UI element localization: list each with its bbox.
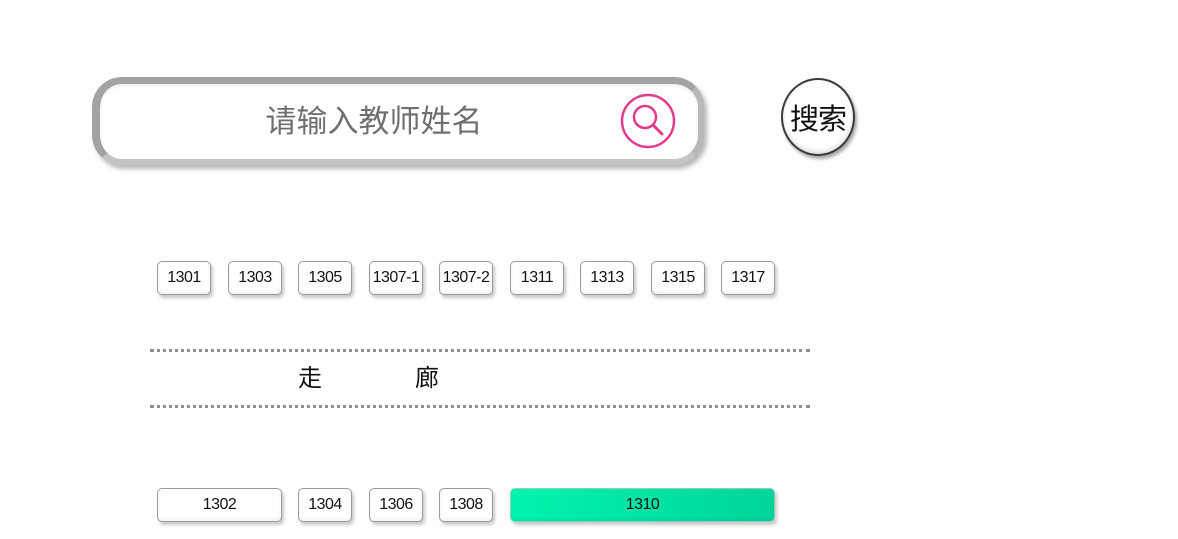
room-button-1315[interactable]: 1315 — [651, 261, 705, 295]
search-icon[interactable] — [620, 93, 676, 149]
teacher-search-input[interactable] — [100, 84, 698, 159]
room-button-1304[interactable]: 1304 — [298, 488, 352, 522]
corridor-label-char-2: 廊 — [415, 364, 439, 392]
room-button-1301[interactable]: 1301 — [157, 261, 211, 295]
room-button-1302[interactable]: 1302 — [157, 488, 282, 522]
search-box — [92, 77, 704, 165]
room-button-1310-highlighted[interactable]: 1310 — [510, 488, 775, 522]
room-button-1317[interactable]: 1317 — [721, 261, 775, 295]
room-button-1311[interactable]: 1311 — [510, 261, 564, 295]
search-button[interactable]: 搜索 — [781, 78, 855, 156]
room-button-1305[interactable]: 1305 — [298, 261, 352, 295]
room-button-1308[interactable]: 1308 — [439, 488, 493, 522]
corridor-label-char-1: 走 — [298, 364, 322, 392]
corridor-top-line — [150, 349, 810, 352]
room-button-1303[interactable]: 1303 — [228, 261, 282, 295]
room-button-1313[interactable]: 1313 — [580, 261, 634, 295]
room-button-1307-2[interactable]: 1307-2 — [439, 261, 493, 295]
room-button-1307-1[interactable]: 1307-1 — [369, 261, 423, 295]
corridor-bottom-line — [150, 405, 810, 408]
room-button-1306[interactable]: 1306 — [369, 488, 423, 522]
